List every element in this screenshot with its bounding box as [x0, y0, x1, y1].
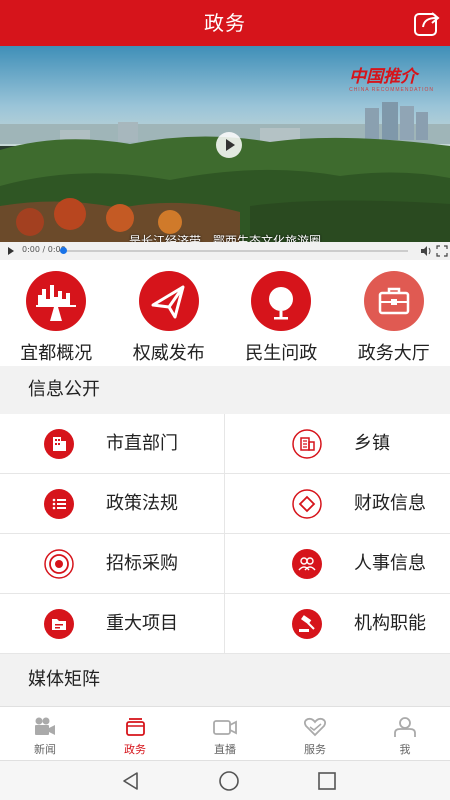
tab-label: 直播 — [214, 743, 236, 756]
layers-icon — [126, 718, 145, 736]
quick-label: 权威发布 — [132, 343, 205, 364]
folder-icon — [44, 609, 74, 639]
info-label: 乡镇 — [354, 433, 390, 454]
paper-plane-icon — [138, 271, 199, 331]
info-label: 机构职能 — [354, 613, 426, 634]
video-controls: 0:00 / 0:00 — [0, 242, 450, 260]
tab-label: 我 — [399, 743, 411, 756]
heart-icon — [303, 717, 327, 737]
section-title-media: 媒体矩阵 — [0, 654, 450, 706]
top-header: 政务 — [0, 0, 450, 46]
fullscreen-icon[interactable] — [436, 245, 448, 257]
play-button[interactable] — [216, 132, 242, 158]
microphone-icon — [251, 271, 312, 331]
share-icon[interactable] — [412, 8, 442, 38]
volume-icon[interactable] — [420, 245, 432, 257]
section-title-info: 信息公开 — [0, 366, 450, 414]
info-item-finance[interactable]: 财政信息 — [225, 474, 450, 534]
tab-me[interactable]: 我 — [360, 707, 450, 760]
info-item-projects[interactable]: 重大项目 — [0, 594, 225, 654]
building-icon — [44, 429, 74, 459]
tab-government[interactable]: 政务 — [90, 707, 180, 760]
tab-label: 新闻 — [34, 743, 56, 756]
info-label: 招标采购 — [106, 553, 178, 574]
info-label: 人事信息 — [354, 553, 426, 574]
tab-label: 服务 — [304, 743, 326, 756]
home-icon[interactable] — [218, 770, 240, 792]
quick-label: 政务大厅 — [357, 343, 430, 364]
people-icon — [292, 549, 322, 579]
quick-item-inquiry[interactable]: 民生问政 — [225, 260, 338, 366]
user-icon — [394, 717, 416, 737]
info-label: 政策法规 — [106, 493, 178, 514]
camera-icon — [35, 717, 55, 735]
tab-label: 政务 — [124, 743, 146, 756]
diamond-icon — [292, 489, 322, 519]
city-icon — [26, 271, 87, 331]
info-item-policy[interactable]: 政策法规 — [0, 474, 225, 534]
info-item-institutions[interactable]: 机构职能 — [225, 594, 450, 654]
system-navigation-bar — [0, 760, 450, 800]
briefcase-icon — [363, 271, 424, 331]
info-label: 重大项目 — [106, 613, 178, 634]
info-label: 财政信息 — [354, 493, 426, 514]
tab-live[interactable]: 直播 — [180, 707, 270, 760]
quick-item-release[interactable]: 权威发布 — [113, 260, 226, 366]
play-small-icon[interactable] — [8, 247, 14, 255]
info-item-tender[interactable]: 招标采购 — [0, 534, 225, 594]
back-icon[interactable] — [120, 770, 142, 792]
tab-news[interactable]: 新闻 — [0, 707, 90, 760]
progress-knob[interactable] — [60, 247, 67, 254]
list-icon — [44, 489, 74, 519]
info-item-departments[interactable]: 市直部门 — [0, 414, 225, 474]
quick-label: 民生问政 — [245, 343, 318, 364]
video-icon — [213, 720, 237, 735]
town-icon — [292, 429, 322, 459]
info-item-towns[interactable]: 乡镇 — [225, 414, 450, 474]
gavel-icon — [292, 609, 322, 639]
quick-item-overview[interactable]: 宜都概况 — [0, 260, 113, 366]
quick-label: 宜都概况 — [20, 343, 93, 364]
progress-track[interactable] — [62, 250, 408, 252]
info-label: 市直部门 — [106, 433, 178, 454]
info-item-personnel[interactable]: 人事信息 — [225, 534, 450, 594]
info-grid: 市直部门 乡镇 政策法规 财政信息 招标采购 人事信息 重大项目 机构职能 — [0, 414, 450, 654]
page-title: 政务 — [204, 11, 246, 35]
target-icon — [44, 549, 74, 579]
video-player[interactable]: 中国推介 CHINA RECOMMENDATION 是长江经济带、鄂西生态文化旅… — [0, 46, 450, 260]
quick-entries: 宜都概况 权威发布 民生问政 政务大厅 — [0, 260, 450, 366]
quick-item-hall[interactable]: 政务大厅 — [338, 260, 450, 366]
tab-service[interactable]: 服务 — [270, 707, 360, 760]
bottom-tab-bar: 新闻 政务 直播 服务 我 — [0, 706, 450, 760]
recents-icon[interactable] — [316, 770, 338, 792]
video-watermark-logo: 中国推介 CHINA RECOMMENDATION — [349, 67, 434, 93]
app-screen: 政务 中国推介 CHINA RECOMMENDATION 是长江经济带、鄂西生态… — [0, 0, 450, 800]
